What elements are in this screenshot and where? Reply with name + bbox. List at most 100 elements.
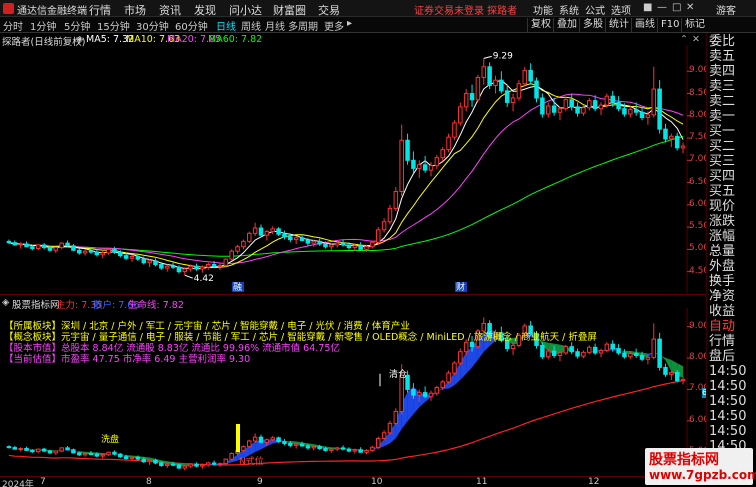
maximize-icon[interactable]: □ — [672, 2, 681, 13]
menu-item-market[interactable]: 市场 — [124, 2, 146, 18]
login-status[interactable]: 证券交易未登录 探路者 — [414, 2, 517, 17]
sidebar-item[interactable]: 委比 — [709, 34, 735, 49]
candle — [229, 249, 234, 261]
sub-candle — [282, 439, 287, 446]
period-weekly[interactable]: 周线 — [241, 18, 261, 33]
sidebar-item[interactable]: 买一 — [709, 124, 735, 139]
minimize-icon[interactable]: — — [657, 2, 667, 13]
sub-settings-icon[interactable]: ◈ — [2, 297, 9, 308]
tool-adjust[interactable]: 复权 — [527, 18, 554, 32]
period-toolbar: 分时 1分钟 5分钟 15分钟 30分钟 60分钟 日线 周线 月线 多周期 更… — [0, 17, 756, 33]
sidebar-item[interactable]: 14:50 — [709, 364, 746, 379]
chevron-right-icon[interactable]: ▸ — [347, 18, 352, 29]
sidebar-item[interactable]: 买二 — [709, 139, 735, 154]
sidebar-item[interactable]: 换手 — [709, 274, 735, 289]
sidebar-item[interactable]: 卖三 — [709, 79, 735, 94]
sidebar-item[interactable]: 卖五 — [709, 49, 735, 64]
sidebar-item[interactable]: 卖四 — [709, 64, 735, 79]
sidebar-item[interactable]: 涨跌 — [709, 214, 735, 229]
high-pointer — [483, 55, 492, 59]
tool-multi-stock[interactable]: 多股 — [579, 18, 606, 32]
top-menu-bar: 通达信金融终端 行情 市场 资讯 发现 问小达 财富圈 交易 证券交易未登录 探… — [0, 0, 756, 17]
sub-candle — [12, 446, 18, 450]
sidebar-item[interactable]: 买四 — [709, 169, 735, 184]
sidebar-item[interactable]: 外盘 — [709, 259, 735, 274]
sidebar-item[interactable]: 自动 — [709, 319, 735, 334]
sidebar-item[interactable]: 14:50 — [709, 379, 746, 394]
tool-overlay[interactable]: 叠加 — [553, 18, 580, 32]
period-tick[interactable]: 分时 — [3, 18, 23, 33]
candle — [59, 242, 64, 250]
sub-candle — [65, 446, 70, 451]
candle — [674, 132, 680, 151]
sub-candle — [223, 458, 229, 465]
period-multi[interactable]: 多周期 — [288, 18, 318, 33]
period-15min[interactable]: 15分钟 — [97, 18, 130, 33]
candle — [276, 227, 281, 237]
chart-close-icon[interactable]: ✕ — [692, 34, 700, 45]
chart-collapse-icon[interactable]: ⌃ — [680, 34, 688, 45]
sub-candle — [118, 452, 123, 458]
menu-item-news[interactable]: 资讯 — [159, 2, 181, 18]
candle — [469, 84, 475, 107]
tool-drawing[interactable]: 画线 — [631, 18, 658, 32]
sub-candle — [633, 348, 639, 358]
signal-bar — [236, 424, 240, 453]
ma60-label: MA60: 7.82 — [208, 34, 263, 45]
candle — [106, 248, 111, 255]
menu-item-wealth-circle[interactable]: 财富圈 — [273, 2, 306, 18]
candle — [270, 226, 275, 235]
guest-user[interactable]: 游客 — [716, 2, 736, 17]
sidebar-item[interactable]: 14:50 — [709, 409, 746, 424]
period-1min[interactable]: 1分钟 — [30, 18, 56, 33]
sidebar-item[interactable]: 买五 — [709, 184, 735, 199]
sub-candle — [622, 349, 627, 359]
settings-icon[interactable]: ◈ — [76, 34, 83, 45]
sidebar-item[interactable]: 14:50 — [709, 424, 746, 439]
period-daily[interactable]: 日线 — [216, 18, 236, 33]
sidebar-item[interactable]: 现价 — [709, 199, 735, 214]
candle — [194, 263, 199, 271]
pane-divider — [0, 294, 706, 295]
sidebar-item[interactable]: 盘后 — [709, 349, 735, 364]
period-more[interactable]: 更多 — [324, 18, 344, 33]
candle — [651, 66, 657, 118]
menu-item-options[interactable]: 选项 — [611, 2, 631, 17]
candle — [499, 71, 504, 94]
sidebar-item[interactable]: 行情 — [709, 334, 735, 349]
menu-item-system[interactable]: 系统 — [559, 2, 579, 17]
sidebar-item[interactable]: 净资 — [709, 289, 735, 304]
candle — [387, 204, 393, 225]
sub-candle — [364, 449, 369, 455]
period-monthly[interactable]: 月线 — [265, 18, 285, 33]
tool-f10[interactable]: F10 — [657, 18, 682, 32]
candle — [381, 218, 387, 233]
menu-item-formula[interactable]: 公式 — [585, 2, 605, 17]
menu-item-discover[interactable]: 发现 — [194, 2, 216, 18]
menu-item-quotes[interactable]: 行情 — [89, 2, 111, 18]
menu-item-function[interactable]: 功能 — [533, 2, 553, 17]
period-5min[interactable]: 5分钟 — [64, 18, 90, 33]
sub-candle — [276, 436, 281, 443]
candle — [540, 93, 545, 118]
candle — [458, 102, 463, 126]
period-30min[interactable]: 30分钟 — [136, 18, 169, 33]
menu-item-trade[interactable]: 交易 — [318, 2, 340, 18]
tool-mark[interactable]: 标记 — [681, 18, 708, 32]
candle — [317, 238, 322, 246]
candle — [35, 244, 41, 251]
sub-candle — [569, 342, 574, 355]
sidebar-item[interactable]: 买三 — [709, 154, 735, 169]
sidebar-item[interactable]: 涨幅 — [709, 229, 735, 244]
main-candlestick-chart[interactable]: 9.29 4.42 融 财 — [0, 45, 706, 293]
sidebar-item[interactable]: 收益 — [709, 304, 735, 319]
x-label-nov: 11 — [476, 477, 488, 487]
sidebar-item[interactable]: 总量 — [709, 244, 735, 259]
tool-statistics[interactable]: 统计 — [605, 18, 632, 32]
close-icon[interactable]: ✕ — [686, 2, 694, 13]
menu-item-ask[interactable]: 问小达 — [229, 2, 262, 18]
sidebar-item[interactable]: 14:50 — [709, 394, 746, 409]
sidebar-item[interactable]: 卖一 — [709, 109, 735, 124]
period-60min[interactable]: 60分钟 — [175, 18, 208, 33]
sidebar-item[interactable]: 卖二 — [709, 94, 735, 109]
